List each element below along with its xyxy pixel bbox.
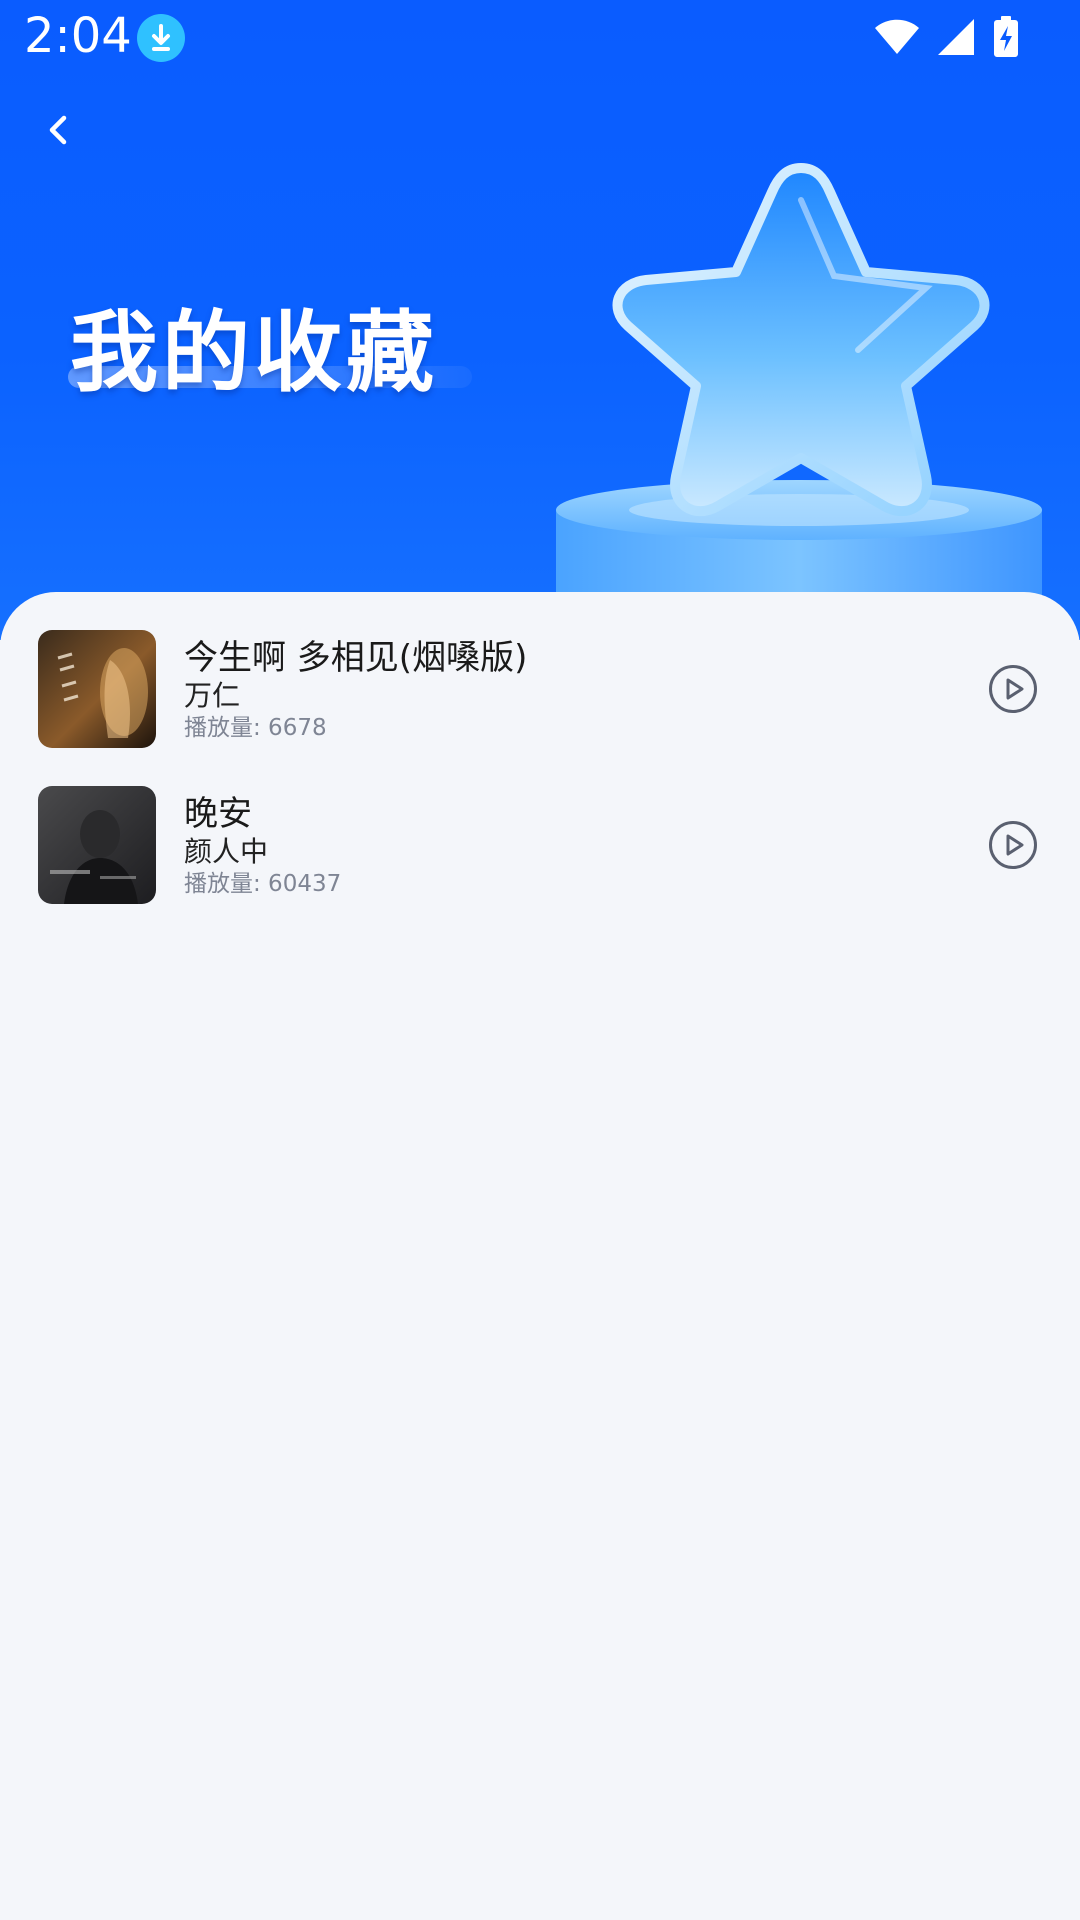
song-play-count: 播放量: 6678 bbox=[184, 715, 327, 741]
list-item[interactable]: 今生啊 多相见(烟嗓版) 万仁 播放量: 6678 bbox=[0, 630, 1080, 748]
song-title: 晚安 bbox=[184, 794, 252, 834]
play-circle-icon[interactable] bbox=[988, 664, 1038, 714]
header-banner: 2:04 我的收藏 bbox=[0, 0, 1080, 640]
status-bar: 2:04 bbox=[0, 0, 1080, 80]
page-title: 我的收藏 bbox=[70, 301, 439, 404]
status-time: 2:04 bbox=[24, 8, 132, 64]
play-circle-icon[interactable] bbox=[988, 820, 1038, 870]
song-title: 今生啊 多相见(烟嗓版) bbox=[184, 638, 528, 678]
back-chevron-left-icon[interactable] bbox=[36, 108, 80, 152]
list-item[interactable]: 晚安 颜人中 播放量: 60437 bbox=[0, 786, 1080, 904]
download-circle-icon bbox=[137, 14, 185, 62]
wifi-icon bbox=[875, 19, 919, 54]
cell-signal-icon bbox=[938, 19, 974, 55]
favorites-list: 今生啊 多相见(烟嗓版) 万仁 播放量: 6678 晚安 颜人中 播放量: 60… bbox=[0, 592, 1080, 1920]
album-cover[interactable] bbox=[38, 786, 156, 904]
song-play-count: 播放量: 60437 bbox=[184, 871, 342, 897]
album-cover[interactable] bbox=[38, 630, 156, 748]
star-illustration bbox=[612, 163, 990, 516]
battery-charging-icon bbox=[994, 16, 1018, 57]
